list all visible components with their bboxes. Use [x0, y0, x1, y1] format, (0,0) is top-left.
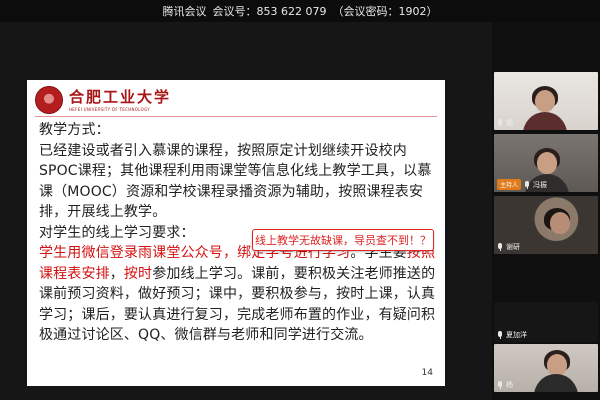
school-emblem-icon [35, 86, 63, 114]
mic-icon [524, 180, 530, 189]
school-name-cn: 合肥工业大学 [69, 87, 172, 106]
meeting-info-bar: 腾讯会议 会议号：853 622 079 （会议密码：1902） [0, 0, 600, 22]
app-name: 腾讯会议 [162, 5, 207, 18]
mic-icon [497, 119, 503, 127]
participant-name: 夏加洋 [506, 331, 527, 339]
highlight-on-time: 按时 [123, 265, 153, 282]
heading-teaching-method: 教学方式： [39, 122, 110, 138]
participant-name: 谢研 [506, 243, 520, 251]
meeting-password: （会议密码：1902） [332, 5, 438, 18]
paragraph-student-requirements: 学生用微信登录雨课堂公众号，绑定学号进行学习。学生要按照课程表安排，按时参加线上… [39, 245, 436, 343]
participant-tile[interactable]: 锡 [494, 72, 598, 130]
mic-icon [497, 381, 503, 389]
school-name-en: HEFEI UNIVERSITY OF TECHNOLOGY [69, 106, 151, 112]
annotation-callout: 线上教学无故缺课，导员查不到！？ [252, 229, 434, 251]
mic-icon [497, 243, 503, 251]
school-logo: 合肥工业大学 HEFEI UNIVERSITY OF TECHNOLOGY [35, 86, 171, 114]
header-divider [35, 116, 437, 117]
participant-name: 冯振 [533, 180, 548, 189]
participant-tile[interactable]: 杨 [494, 344, 598, 392]
slide-page-number: 14 [421, 368, 433, 378]
participant-tile-host[interactable]: 主持人 冯振 [494, 134, 598, 192]
host-badge: 主持人 [497, 179, 522, 190]
participant-name: 杨 [506, 381, 513, 389]
meeting-id: 853 622 079 [256, 5, 327, 18]
participant-name: 锡 [506, 119, 513, 127]
paragraph-teaching-method: 已经建设或者引入慕课的课程，按照原定计划继续开设校内SPOC课程；其他课程利用雨… [39, 142, 432, 221]
mic-icon [497, 331, 503, 339]
participant-video-list[interactable]: 锡 主持人 冯振 谢研 夏加洋 杨 [492, 22, 600, 400]
meeting-id-label: 会议号：853 622 079 [212, 5, 327, 18]
participant-tile-no-video[interactable]: 夏加洋 [494, 302, 598, 342]
participant-tile[interactable]: 谢研 [494, 196, 598, 254]
shared-screen: 合肥工业大学 HEFEI UNIVERSITY OF TECHNOLOGY 教学… [0, 22, 492, 400]
